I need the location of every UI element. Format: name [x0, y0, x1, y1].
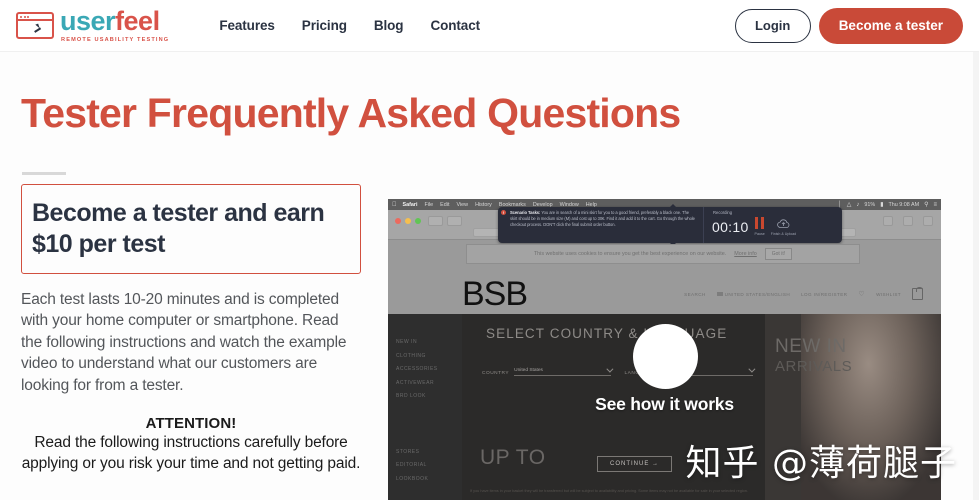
side-menu-item-new-in[interactable]: NEW IN — [396, 336, 454, 350]
attention-body: Read the following instructions carefull… — [21, 433, 361, 473]
menu-file[interactable]: File — [424, 202, 433, 208]
cookie-accept-button[interactable]: Got it! — [764, 248, 793, 260]
pause-icon — [754, 217, 765, 229]
browser-toolbar-left — [428, 216, 462, 226]
downloads-icon[interactable] — [883, 216, 893, 226]
shopping-bag-icon[interactable] — [912, 286, 923, 300]
side-menu-item-activewear[interactable]: ACTIVEWEAR — [396, 377, 454, 391]
logo-text: userfeel REMOTE USABILITY TESTING — [60, 5, 170, 44]
minimize-icon[interactable] — [405, 218, 411, 224]
recorder-controls: Recording 00:10 Pause Finish & Upload — [704, 207, 842, 243]
cookie-banner: This website uses cookies to ensure you … — [466, 244, 860, 264]
nav-item-contact[interactable]: Contact — [430, 18, 480, 33]
callout-box: Become a tester and earn $10 per test — [21, 184, 361, 274]
scenario-task-label: Scenario Tasks: — [510, 210, 541, 215]
side-menu-item-lookbook[interactable]: LOOKBOOK — [396, 473, 454, 487]
play-button-icon[interactable] — [633, 324, 698, 389]
bsb-nav-region[interactable]: UNITED STATES/ENGLISH — [716, 291, 790, 297]
menu-bar-clock: Thu 9:08 AM — [888, 201, 920, 208]
side-menu-item-clothing[interactable]: CLOTHING — [396, 350, 454, 364]
scenario-task-panel: ! Scenario Tasks: You are in search of a… — [498, 207, 704, 243]
menu-view[interactable]: View — [456, 202, 468, 208]
become-a-tester-button[interactable]: Become a tester — [818, 7, 963, 44]
login-button[interactable]: Login — [734, 8, 811, 43]
country-value: United States — [514, 368, 543, 373]
header-actions: Login Become a tester — [734, 7, 963, 44]
side-menu-item-editorial[interactable]: EDITORIAL — [396, 459, 454, 473]
new-tab-icon[interactable] — [923, 216, 933, 226]
nav-item-pricing[interactable]: Pricing — [302, 18, 347, 33]
chevron-down-icon — [748, 365, 756, 373]
back-forward-icon[interactable] — [428, 216, 443, 226]
chevron-down-icon — [605, 365, 613, 373]
volume-icon: ♪ — [856, 201, 860, 208]
pause-button-label: Pause — [754, 231, 765, 236]
battery-percent: 91% — [864, 201, 876, 208]
menu-history[interactable]: History — [475, 202, 492, 208]
flag-icon — [716, 291, 723, 296]
intro-paragraph: Each test lasts 10-20 minutes and is com… — [21, 291, 347, 394]
site-header: userfeel REMOTE USABILITY TESTING Featur… — [0, 0, 979, 52]
hero-heading: NEW IN — [775, 336, 847, 357]
finish-upload-label: Finish & Upload — [770, 231, 797, 236]
share-icon[interactable] — [903, 216, 913, 226]
video-caption: See how it works — [595, 394, 734, 414]
attention-block: ATTENTION! Read the following instructio… — [21, 415, 361, 475]
callout-heading: Become a tester and earn $10 per test — [32, 199, 325, 258]
country-label: COUNTRY — [482, 371, 510, 376]
logo[interactable]: userfeel REMOTE USABILITY TESTING — [16, 5, 170, 44]
close-icon[interactable] — [395, 218, 401, 224]
cookie-text: This website uses cookies to ensure you … — [533, 251, 727, 257]
logo-word-feel: feel — [115, 5, 160, 36]
continue-button[interactable]: CONTINUE → — [597, 456, 672, 472]
bsb-site-header: BSB SEARCH UNITED STATES/ENGLISH LOG IN/… — [388, 271, 941, 314]
pause-button[interactable]: Pause — [755, 217, 765, 236]
apple-logo-icon:  — [392, 202, 397, 208]
browser-cursor-icon — [16, 12, 54, 39]
bsb-nav-login[interactable]: LOG IN/REGISTER — [801, 292, 847, 297]
sidebar-icon[interactable] — [447, 216, 462, 226]
hero-subheading: ARRIVALS — [775, 358, 853, 375]
main-nav: Features Pricing Blog Contact — [219, 18, 480, 33]
promo-text: UP TO — [480, 446, 546, 469]
side-menu-item-stores[interactable]: STORES — [396, 446, 454, 460]
page-title: Tester Frequently Asked Questions — [21, 90, 681, 136]
side-menu-item-accessories[interactable]: ACCESSORIES — [396, 363, 454, 377]
notification-center-icon[interactable]: ≡ — [933, 202, 937, 208]
bsb-logo[interactable]: BSB — [462, 275, 528, 314]
nav-item-features[interactable]: Features — [219, 18, 275, 33]
recorder-overlay[interactable]: ! Scenario Tasks: You are in search of a… — [498, 204, 842, 246]
spotlight-search-icon[interactable]: ⚲ — [924, 201, 928, 208]
logo-word-user: user — [60, 5, 116, 36]
zoom-icon[interactable] — [415, 218, 421, 224]
logo-tagline: REMOTE USABILITY TESTING — [61, 36, 170, 43]
browser-toolbar-right — [883, 216, 933, 226]
heart-icon[interactable]: ♡ — [858, 290, 865, 298]
country-select[interactable]: United States — [514, 365, 613, 376]
menu-safari[interactable]: Safari — [403, 202, 418, 208]
alert-icon: ! — [501, 210, 506, 216]
attention-title: ATTENTION! — [145, 414, 237, 432]
window-traffic-lights[interactable] — [395, 218, 421, 224]
wifi-icon: △ — [846, 202, 852, 208]
left-column: Become a tester and earn $10 per test Ea… — [21, 184, 361, 475]
menu-edit[interactable]: Edit — [440, 202, 449, 208]
bsb-nav-wishlist[interactable]: WISHLIST — [876, 292, 901, 297]
bsb-nav-search[interactable]: SEARCH — [684, 292, 706, 297]
page-root: userfeel REMOTE USABILITY TESTING Featur… — [0, 0, 979, 500]
finish-upload-button[interactable]: Finish & Upload — [771, 217, 796, 236]
cookie-more-info-link[interactable]: More info — [734, 251, 756, 257]
nav-item-blog[interactable]: Blog — [374, 18, 404, 33]
country-field[interactable]: COUNTRY United States — [482, 365, 613, 376]
bsb-nav: SEARCH UNITED STATES/ENGLISH LOG IN/REGI… — [684, 286, 923, 300]
recording-status-label: Recording — [713, 210, 733, 215]
battery-icon: ▮ — [880, 202, 884, 208]
modal-fields: COUNTRY United States LANGUAGE English — [482, 365, 756, 376]
page-scrollbar[interactable] — [973, 52, 979, 500]
recording-timer: 00:10 — [712, 219, 749, 235]
title-divider — [22, 172, 66, 175]
modal-disclaimer: If you have items in your basket they wi… — [470, 488, 748, 493]
cloud-upload-icon — [777, 218, 790, 228]
